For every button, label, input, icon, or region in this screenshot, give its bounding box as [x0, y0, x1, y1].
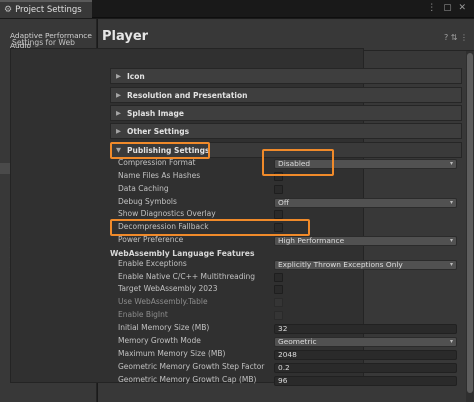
field-label: Geometric Memory Growth Step Factor: [118, 362, 265, 371]
chevron-down-icon: ▾: [449, 337, 453, 345]
row-use-webassembly-table: Use WebAssembly.Table: [110, 296, 462, 309]
use-webassembly-table-checkbox[interactable]: [274, 297, 283, 307]
row-enable-exceptions: Enable Exceptions Explicitly Thrown Exce…: [110, 258, 462, 271]
geometric-growth-cap-field[interactable]: 96: [274, 375, 457, 386]
foldout-resolution[interactable]: ▶ Resolution and Presentation: [110, 87, 462, 103]
dropdown-value: Disabled: [278, 158, 311, 168]
chevron-down-icon: ▾: [449, 260, 453, 268]
row-geometric-step-factor: Geometric Memory Growth Step Factor 0.2: [110, 361, 462, 374]
target-webassembly-2023-checkbox[interactable]: [274, 284, 283, 294]
row-data-caching: Data Caching: [110, 183, 462, 196]
chevron-right-icon: ▶: [116, 109, 121, 117]
row-initial-memory-size: Initial Memory Size (MB) 32: [110, 322, 462, 335]
data-caching-checkbox[interactable]: [274, 184, 283, 194]
native-multithreading-checkbox[interactable]: [274, 272, 283, 282]
row-show-diagnostics-overlay: Show Diagnostics Overlay: [110, 208, 462, 221]
field-label: Maximum Memory Size (MB): [118, 349, 226, 358]
foldout-title: Resolution and Presentation: [127, 90, 248, 100]
field-label: Memory Growth Mode: [118, 336, 201, 345]
foldout-title: Splash Image: [127, 108, 184, 118]
row-maximum-memory-size: Maximum Memory Size (MB) 2048: [110, 348, 462, 361]
enable-exceptions-dropdown[interactable]: Explicitly Thrown Exceptions Only ▾: [274, 259, 457, 270]
foldout-title: Publishing Settings: [127, 145, 210, 155]
row-decompression-fallback: Decompression Fallback: [110, 221, 462, 234]
dropdown-value: Off: [278, 197, 289, 207]
initial-memory-size-field[interactable]: 32: [274, 323, 457, 334]
window-controls[interactable]: ⋮ ▢ ✕: [427, 3, 468, 13]
row-memory-growth-mode: Memory Growth Mode Geometric ▾: [110, 335, 462, 348]
header-icons[interactable]: ? ⇅ ⋮: [444, 33, 468, 42]
decompression-fallback-checkbox[interactable]: [274, 222, 283, 232]
field-label: Enable Native C/C++ Multithreading: [118, 272, 256, 281]
tab-title: Project Settings: [15, 5, 82, 15]
maximum-memory-size-field[interactable]: 2048: [274, 349, 457, 360]
webassembly-section-header: WebAssembly Language Features: [110, 249, 255, 258]
row-target-webassembly-2023: Target WebAssembly 2023: [110, 283, 462, 296]
debug-symbols-dropdown[interactable]: Off ▾: [274, 197, 457, 208]
foldout-title: Other Settings: [127, 126, 190, 136]
chevron-right-icon: ▶: [116, 72, 121, 80]
window-title-bar: ⚙ Project Settings ⋮ ▢ ✕: [0, 0, 474, 18]
row-geometric-growth-cap: Geometric Memory Growth Cap (MB) 96: [110, 374, 462, 387]
field-label: Power Preference: [118, 235, 184, 244]
geometric-step-factor-field[interactable]: 0.2: [274, 362, 457, 373]
row-debug-symbols: Debug Symbols Off ▾: [110, 196, 462, 209]
power-preference-dropdown[interactable]: High Performance ▾: [274, 235, 457, 246]
chevron-right-icon: ▶: [116, 91, 121, 99]
show-diagnostics-overlay-checkbox[interactable]: [274, 209, 283, 219]
field-label: Enable Exceptions: [118, 259, 187, 268]
field-label: Geometric Memory Growth Cap (MB): [118, 375, 257, 384]
field-label: Debug Symbols: [118, 197, 177, 206]
page-title: Player: [102, 29, 149, 44]
chevron-right-icon: ▶: [116, 127, 121, 135]
row-compression-format: Compression Format Disabled ▾: [110, 157, 462, 170]
compression-format-dropdown[interactable]: Disabled ▾: [274, 158, 457, 169]
dropdown-value: High Performance: [278, 235, 345, 245]
row-name-files-as-hashes: Name Files As Hashes: [110, 170, 462, 183]
chevron-down-icon: ▼: [116, 146, 121, 154]
foldout-other-settings[interactable]: ▶ Other Settings: [110, 123, 462, 139]
chevron-down-icon: ▾: [449, 198, 453, 206]
field-label: Target WebAssembly 2023: [118, 284, 218, 293]
vertical-scrollbar[interactable]: [466, 51, 474, 402]
foldout-splash-image[interactable]: ▶ Splash Image: [110, 105, 462, 121]
field-label: Show Diagnostics Overlay: [118, 209, 216, 218]
memory-growth-mode-dropdown[interactable]: Geometric ▾: [274, 336, 457, 347]
gear-icon: ⚙: [4, 5, 13, 15]
project-settings-tab[interactable]: ⚙ Project Settings: [0, 0, 92, 18]
field-label: Initial Memory Size (MB): [118, 323, 210, 332]
row-enable-bigint: Enable BigInt: [110, 309, 462, 322]
row-power-preference: Power Preference High Performance ▾: [110, 234, 462, 247]
settings-for-label: Settings for Web: [12, 38, 75, 47]
chevron-down-icon: ▾: [449, 236, 453, 244]
row-native-multithreading: Enable Native C/C++ Multithreading: [110, 271, 462, 284]
foldout-title: Icon: [127, 71, 145, 81]
field-label: Use WebAssembly.Table: [118, 297, 208, 306]
dropdown-value: Geometric: [278, 336, 317, 346]
field-label: Name Files As Hashes: [118, 171, 201, 180]
foldout-icon[interactable]: ▶ Icon: [110, 68, 462, 84]
field-label: Decompression Fallback: [118, 222, 209, 231]
foldout-publishing-settings[interactable]: ▼ Publishing Settings: [110, 142, 462, 158]
name-files-as-hashes-checkbox[interactable]: [274, 171, 283, 181]
enable-bigint-checkbox[interactable]: [274, 310, 283, 320]
field-label: Enable BigInt: [118, 310, 168, 319]
field-label: Data Caching: [118, 184, 169, 193]
chevron-down-icon: ▾: [449, 159, 453, 167]
dropdown-value: Explicitly Thrown Exceptions Only: [278, 259, 403, 269]
field-label: Compression Format: [118, 158, 196, 167]
scrollbar-thumb[interactable]: [467, 53, 473, 393]
